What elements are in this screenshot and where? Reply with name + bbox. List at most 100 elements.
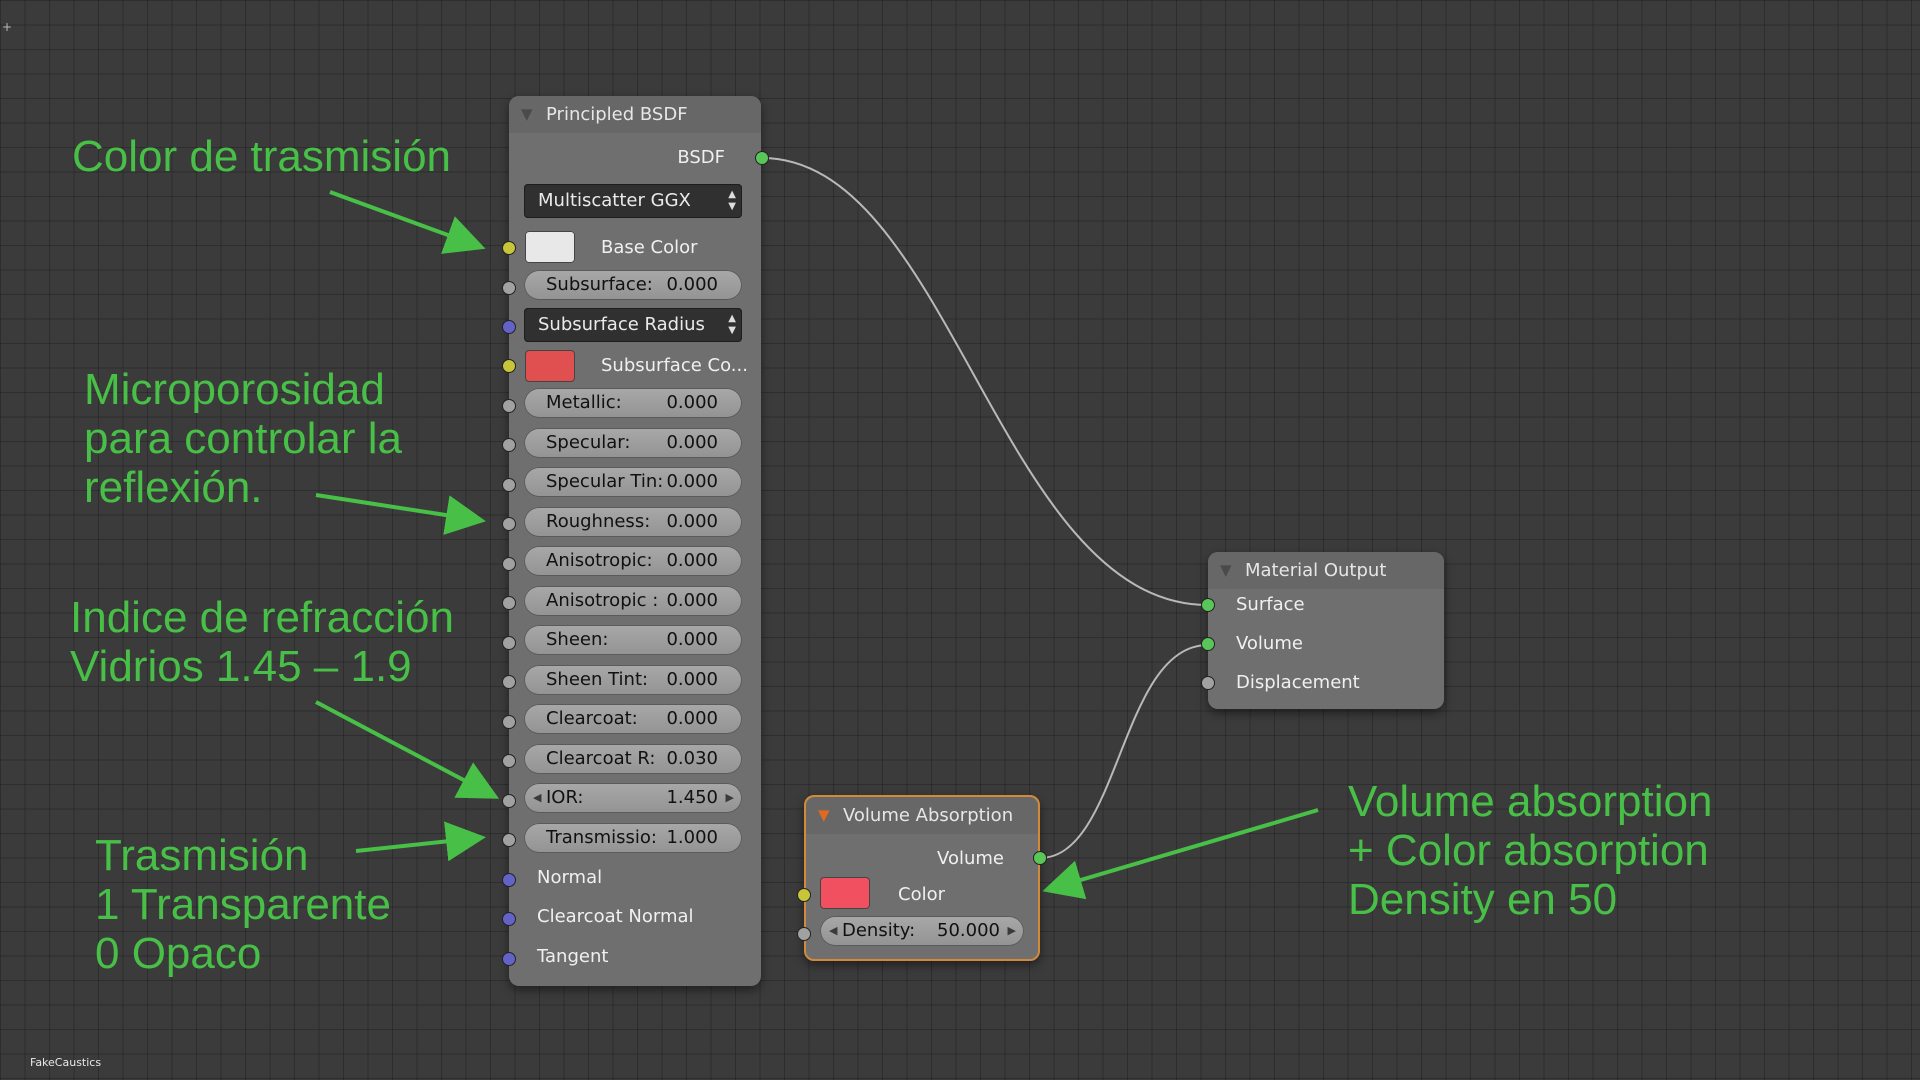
material-output-header[interactable]: ▼ Material Output — [1208, 552, 1444, 589]
sheen-label: Sheen: — [546, 629, 609, 650]
editor-corner-icon[interactable]: + — [2, 20, 12, 34]
displacement-input-socket[interactable] — [1201, 676, 1215, 690]
specular-field[interactable]: Specular: 0.000 — [524, 428, 742, 458]
collapse-triangle-icon[interactable]: ▼ — [1220, 552, 1232, 589]
subsurface-radius-socket[interactable] — [502, 320, 516, 334]
subsurface-socket[interactable] — [502, 281, 516, 295]
clearcoat-roughness-field[interactable]: Clearcoat R: 0.030 — [524, 744, 742, 774]
ior-value: 1.450 — [666, 787, 718, 808]
tangent-socket[interactable] — [502, 952, 516, 966]
clearcoat-roughness-label: Clearcoat R: — [546, 748, 656, 769]
node-title: Material Output — [1245, 560, 1387, 581]
specular-tint-socket[interactable] — [502, 478, 516, 492]
specular-label: Specular: — [546, 432, 631, 453]
subsurface-method-dropdown[interactable]: Subsurface Radius ▲ ▼ — [524, 308, 742, 342]
absorption-color-socket[interactable] — [797, 888, 811, 902]
transmission-field[interactable]: Transmissio: 1.000 — [524, 823, 742, 853]
roughness-label: Roughness: — [546, 511, 651, 532]
metallic-field[interactable]: Metallic: 0.000 — [524, 388, 742, 418]
transmission-value: 1.000 — [666, 827, 718, 848]
sheen-socket[interactable] — [502, 636, 516, 650]
principled-bsdf-node[interactable]: ▼ Principled BSDF BSDF Multiscatter GGX … — [509, 96, 761, 986]
volume-input-socket[interactable] — [1201, 637, 1215, 651]
subsurface-color-socket[interactable] — [502, 359, 516, 373]
volume-output-label: Volume — [937, 848, 1004, 869]
ior-field[interactable]: ◀ IOR: 1.450 ▶ — [524, 783, 742, 813]
anisotropic-rotation-value: 0.000 — [666, 590, 718, 611]
metallic-value: 0.000 — [666, 392, 718, 413]
surface-input-socket[interactable] — [1201, 598, 1215, 612]
clearcoat-socket[interactable] — [502, 715, 516, 729]
arrow-to-base-color — [329, 190, 486, 254]
subsurface-color-swatch[interactable] — [525, 350, 575, 382]
clearcoat-label: Clearcoat: — [546, 708, 638, 729]
anisotropic-field[interactable]: Anisotropic: 0.000 — [524, 546, 742, 576]
specular-tint-field[interactable]: Specular Tin: 0.000 — [524, 467, 742, 497]
distribution-dropdown[interactable]: Multiscatter GGX ▲ ▼ — [524, 184, 742, 218]
base-color-socket[interactable] — [502, 241, 516, 255]
annotation-transmission-color: Color de trasmisión — [72, 132, 452, 181]
density-socket[interactable] — [797, 927, 811, 941]
tangent-label: Tangent — [537, 946, 609, 967]
arrow-to-volume-absorption — [1042, 808, 1319, 900]
bsdf-output-label: BSDF — [677, 147, 725, 168]
arrow-to-ior — [315, 700, 500, 799]
ior-socket[interactable] — [502, 794, 516, 808]
absorption-color-swatch[interactable] — [820, 877, 870, 909]
subsurface-label: Subsurface: — [546, 274, 653, 295]
annotation-volume-absorption: Volume absorption + Color absorption Den… — [1348, 777, 1713, 924]
sheen-field[interactable]: Sheen: 0.000 — [524, 625, 742, 655]
clearcoat-normal-socket[interactable] — [502, 912, 516, 926]
distribution-value: Multiscatter GGX — [538, 190, 691, 211]
anisotropic-rotation-field[interactable]: Anisotropic : 0.000 — [524, 586, 742, 616]
collapse-triangle-icon[interactable]: ▼ — [818, 797, 830, 834]
volume-input-label: Volume — [1236, 633, 1303, 654]
volume-absorption-node[interactable]: ▼ Volume Absorption Volume Color ◀ Densi… — [804, 795, 1040, 961]
increment-arrow-icon[interactable]: ▶ — [1008, 916, 1016, 946]
bsdf-output-socket[interactable] — [755, 151, 769, 165]
link-volume-to-volume — [1039, 644, 1209, 859]
clearcoat-roughness-socket[interactable] — [502, 754, 516, 768]
metallic-socket[interactable] — [502, 399, 516, 413]
specular-tint-label: Specular Tin: — [546, 471, 664, 492]
absorption-color-label: Color — [898, 884, 945, 905]
density-field[interactable]: ◀ Density: 50.000 ▶ — [820, 916, 1024, 946]
dropdown-updown-icon: ▲ ▼ — [728, 189, 736, 212]
sheen-tint-label: Sheen Tint: — [546, 669, 649, 690]
collapse-triangle-icon[interactable]: ▼ — [521, 96, 533, 133]
subsurface-field[interactable]: Subsurface: 0.000 — [524, 270, 742, 300]
normal-label: Normal — [537, 867, 603, 888]
roughness-value: 0.000 — [666, 511, 718, 532]
subsurface-color-label: Subsurface Co... — [601, 355, 748, 376]
material-output-node[interactable]: ▼ Material Output Surface Volume Displac… — [1208, 552, 1444, 709]
principled-bsdf-header[interactable]: ▼ Principled BSDF — [509, 96, 761, 133]
base-color-swatch[interactable] — [525, 231, 575, 263]
normal-socket[interactable] — [502, 873, 516, 887]
subsurface-method-value: Subsurface Radius — [538, 314, 705, 335]
sheen-tint-field[interactable]: Sheen Tint: 0.000 — [524, 665, 742, 695]
anisotropic-rotation-socket[interactable] — [502, 596, 516, 610]
material-name-label: FakeCaustics — [30, 1056, 102, 1069]
annotation-microporosity: Microporosidad para controlar la reflexi… — [84, 365, 402, 512]
sheen-tint-socket[interactable] — [502, 675, 516, 689]
specular-socket[interactable] — [502, 438, 516, 452]
decrement-arrow-icon[interactable]: ◀ — [533, 783, 541, 813]
transmission-label: Transmissio: — [546, 827, 657, 848]
ior-label: IOR: — [546, 787, 584, 808]
anisotropic-rotation-label: Anisotropic : — [546, 590, 659, 611]
volume-absorption-header[interactable]: ▼ Volume Absorption — [806, 797, 1038, 834]
sheen-tint-value: 0.000 — [666, 669, 718, 690]
decrement-arrow-icon[interactable]: ◀ — [829, 916, 837, 946]
transmission-socket[interactable] — [502, 833, 516, 847]
increment-arrow-icon[interactable]: ▶ — [726, 783, 734, 813]
volume-output-socket[interactable] — [1033, 851, 1047, 865]
subsurface-value: 0.000 — [666, 274, 718, 295]
anisotropic-value: 0.000 — [666, 550, 718, 571]
roughness-field[interactable]: Roughness: 0.000 — [524, 507, 742, 537]
anisotropic-socket[interactable] — [502, 557, 516, 571]
roughness-socket[interactable] — [502, 517, 516, 531]
clearcoat-field[interactable]: Clearcoat: 0.000 — [524, 704, 742, 734]
surface-input-label: Surface — [1236, 594, 1305, 615]
specular-tint-value: 0.000 — [666, 471, 718, 492]
anisotropic-label: Anisotropic: — [546, 550, 653, 571]
